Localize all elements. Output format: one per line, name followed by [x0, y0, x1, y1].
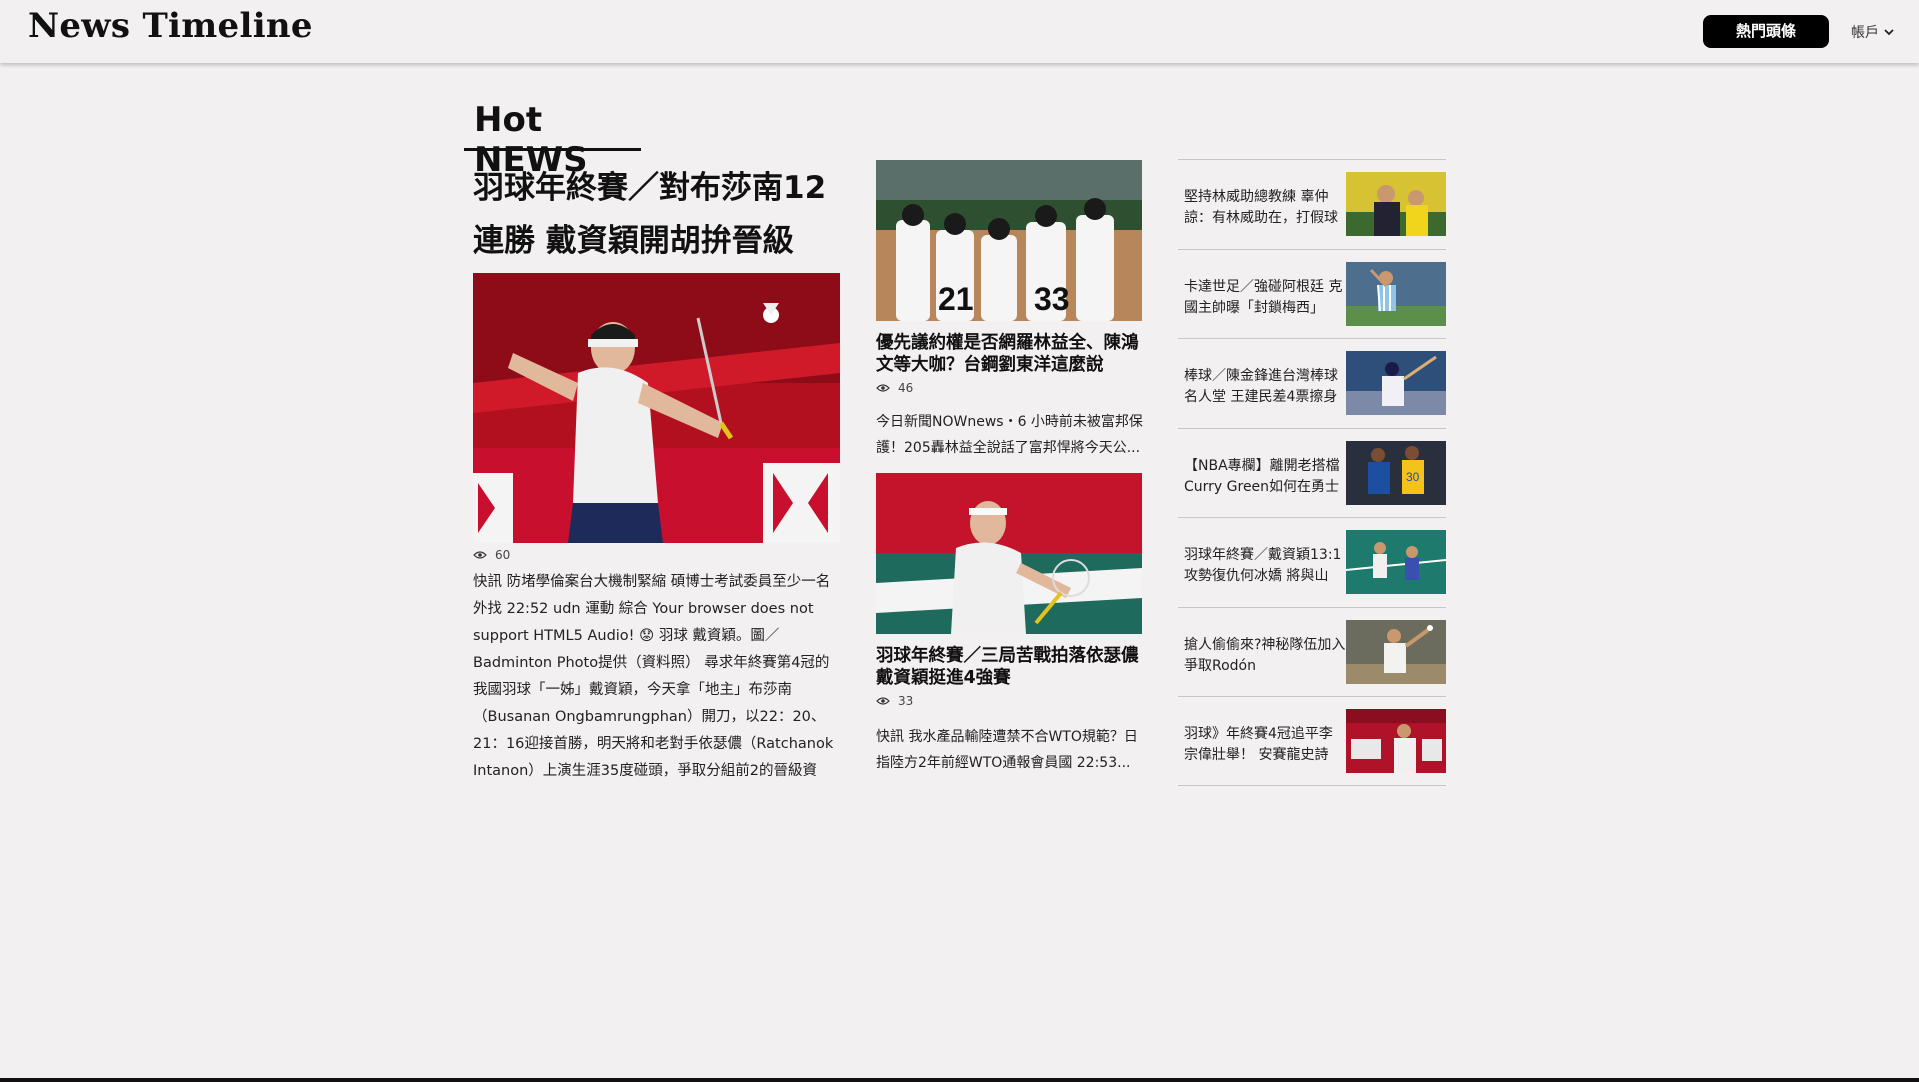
view-count: 46 [898, 381, 914, 395]
bottom-edge [0, 1078, 1919, 1082]
soccer-player-photo[interactable] [1346, 261, 1446, 326]
side-news-title[interactable]: 羽球》年終賽4冠追平李宗偉壯舉！ 安賽龍史詩 [1184, 724, 1346, 766]
article-summary: 今日新聞NOWnews・6 小時前未被富邦保護！205轟林益全說話了富邦悍將今天… [876, 414, 1143, 456]
side-news-title[interactable]: 棒球／陳金鋒進台灣棒球名人堂 王建民差4票擦身 [1184, 366, 1346, 408]
chevron-down-icon [1884, 29, 1894, 36]
baseball-team-photo[interactable] [1346, 172, 1446, 236]
feature-summary: 快訊 防堵學倫案台大機制緊縮 碩博士考試委員至少一名外找 22:52 udn 運… [473, 574, 834, 779]
brand-logo[interactable]: News Timeline [28, 6, 313, 46]
feature-image[interactable] [473, 273, 840, 543]
side-news-title[interactable]: 搶人偷偷來?神秘隊伍加入爭取Rodón [1184, 635, 1346, 677]
article-headline[interactable]: 羽球年終賽／三局苦戰拍落依瑟儂 戴資穎挺進4強賽 [876, 645, 1146, 689]
article-views: 46 [876, 381, 913, 395]
svg-text:33: 33 [1034, 281, 1070, 317]
side-news-title[interactable]: 卡達世足／強碰阿根廷 克國主帥曝「封鎖梅西」 [1184, 277, 1346, 319]
article-summary: 快訊 我水產品輸陸遭禁不合WTO規範？日指陸方2年前經WTO通報會員國 22:5… [876, 729, 1138, 771]
side-news-title[interactable]: 堅持林威助總教練 辜仲諒：有林威助在，打假球 [1184, 187, 1346, 229]
basketball-players-photo[interactable]: 30 [1346, 440, 1446, 505]
side-news-list: 堅持林威助總教練 辜仲諒：有林威助在，打假球 卡達世足／強碰阿根廷 克國主帥曝「… [1178, 159, 1446, 786]
svg-text:30: 30 [1406, 470, 1420, 484]
eye-icon [876, 384, 890, 392]
eye-icon [876, 697, 890, 705]
top-navbar: News Timeline 熱門頭條 帳戶 [0, 0, 1919, 63]
side-news-item[interactable]: 堅持林威助總教練 辜仲諒：有林威助在，打假球 [1178, 159, 1446, 249]
side-news-item[interactable]: 搶人偷偷來?神秘隊伍加入爭取Rodón [1178, 606, 1446, 697]
pitcher-photo[interactable] [1346, 619, 1446, 684]
side-news-item[interactable]: 【NBA專欄】離開老搭檔Curry Green如何在勇士 30 [1178, 427, 1446, 518]
badminton-court-photo[interactable] [1346, 530, 1446, 594]
article-image-badminton[interactable] [876, 473, 1142, 634]
view-count: 33 [898, 694, 914, 708]
section-heading: Hot NEWS [464, 96, 641, 180]
view-count: 60 [495, 548, 511, 562]
side-news-item[interactable]: 羽球》年終賽4冠追平李宗偉壯舉！ 安賽龍史詩 [1178, 696, 1446, 786]
side-news-item[interactable]: 卡達世足／強碰阿根廷 克國主帥曝「封鎖梅西」 [1178, 248, 1446, 339]
account-label: 帳戶 [1851, 25, 1879, 41]
article-headline[interactable]: 優先議約權是否網羅林益全、陳鴻文等大咖？台鋼劉東洋這麼說 [876, 332, 1146, 376]
feature-headline[interactable]: 羽球年終賽／對布莎南12連勝 戴資穎開胡拚晉級 [473, 162, 853, 268]
side-news-title[interactable]: 【NBA專欄】離開老搭檔Curry Green如何在勇士 [1184, 456, 1346, 498]
feature-views: 60 [473, 548, 510, 562]
side-news-title[interactable]: 羽球年終賽／戴資穎13:1 攻勢復仇何冰嬌 將與山 [1184, 545, 1346, 587]
svg-text:21: 21 [938, 281, 974, 317]
side-news-item[interactable]: 棒球／陳金鋒進台灣棒球名人堂 王建民差4票擦身 [1178, 338, 1446, 428]
hot-headlines-button[interactable]: 熱門頭條 [1703, 15, 1829, 48]
article-views: 33 [876, 694, 913, 708]
baseball-batter-photo[interactable] [1346, 351, 1446, 415]
side-news-item[interactable]: 羽球年終賽／戴資穎13:1 攻勢復仇何冰嬌 將與山 [1178, 517, 1446, 607]
badminton-podium-photo[interactable] [1346, 709, 1446, 773]
article-image-baseball[interactable]: 21 33 [876, 160, 1142, 321]
eye-icon [473, 551, 487, 559]
account-menu[interactable]: 帳戶 [1851, 21, 1895, 43]
